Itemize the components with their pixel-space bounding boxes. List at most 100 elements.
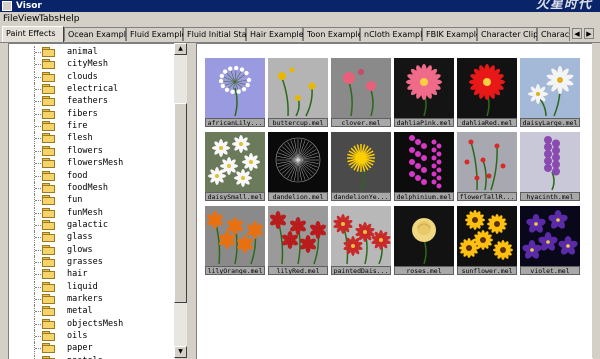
thumbnail-image: [205, 206, 265, 266]
tab-toon-examples[interactable]: Toon Examples: [303, 27, 367, 41]
thumbnail-image: [331, 58, 391, 118]
tree-item-funMesh[interactable]: funMesh: [9, 206, 175, 219]
tree-item-grasses[interactable]: grasses: [9, 255, 175, 268]
tab-paint-effects[interactable]: Paint Effects: [2, 26, 64, 42]
folder-icon: [42, 269, 55, 280]
tree-item-fun[interactable]: fun: [9, 194, 175, 207]
title-bar: Visor 火星时代: [0, 0, 600, 12]
thumbnail-lilyred-mel[interactable]: lilyRed.mel: [268, 206, 328, 276]
thumbnail-image: [331, 206, 391, 266]
tab-fluid-examples[interactable]: Fluid Examples: [126, 27, 191, 41]
tree-item-foodMesh[interactable]: foodMesh: [9, 181, 175, 194]
tree-scrollbar[interactable]: ▲ ▼: [174, 43, 187, 358]
thumbnail-label: paintedDais...: [331, 266, 391, 275]
scroll-up-icon[interactable]: ▲: [174, 43, 187, 55]
tree-item-label: food: [67, 170, 88, 181]
thumbnail-label: delphinium.mel: [394, 192, 454, 201]
app-icon: [2, 1, 12, 11]
thumbnail-dahliared-mel[interactable]: dahliaRed.mel: [457, 58, 517, 128]
thumbnail-roses-mel[interactable]: roses.mel: [394, 206, 454, 276]
tree-item-label: flesh: [67, 133, 93, 144]
tree-item-label: paper: [67, 343, 93, 354]
tree-item-label: flowersMesh: [67, 158, 124, 169]
tree-item-fire[interactable]: fire: [9, 120, 175, 133]
tree-item-oils[interactable]: oils: [9, 330, 175, 343]
folder-icon: [42, 256, 55, 267]
tab-ocean-examples[interactable]: Ocean Examples: [64, 27, 135, 41]
folder-icon: [42, 318, 55, 329]
tree-item-label: markers: [67, 294, 103, 304]
tree-item-feathers[interactable]: feathers: [9, 95, 175, 108]
tree-item-flesh[interactable]: flesh: [9, 132, 175, 145]
thumbnail-image: [331, 132, 391, 192]
tab-fbik-examples[interactable]: FBIK Examples: [422, 27, 485, 41]
folder-icon: [42, 195, 55, 206]
thumbnail-label: daisySmall.mel: [205, 192, 265, 201]
tree-item-glows[interactable]: glows: [9, 243, 175, 256]
thumbnail-lilyorange-mel[interactable]: lilyOrange.mel: [205, 206, 265, 276]
tab-hair-examples[interactable]: Hair Examples: [246, 27, 308, 41]
tab-charac[interactable]: Charac: [537, 27, 570, 41]
thumbnail-label: dahliaRed.mel: [457, 118, 517, 127]
folder-icon: [42, 96, 55, 107]
menu-file[interactable]: File: [3, 13, 18, 25]
thumbnail-label: flowerTallR...: [457, 192, 517, 201]
folder-icon: [42, 84, 55, 95]
menu-help[interactable]: Help: [59, 13, 80, 25]
tree-item-label: fibers: [67, 108, 98, 119]
tree-item-cityMesh[interactable]: cityMesh: [9, 58, 175, 71]
thumbnail-violet-mel[interactable]: violet.mel: [520, 206, 580, 276]
thumbnail-hyacinth-mel[interactable]: hyacinth.mel: [520, 132, 580, 202]
tree-item-hair[interactable]: hair: [9, 268, 175, 281]
folder-icon: [42, 108, 55, 119]
tree-item-metal[interactable]: metal: [9, 305, 175, 318]
thumbnail-daisylarge-mel[interactable]: daisyLarge.mel: [520, 58, 580, 128]
tree-item-flowers[interactable]: flowers: [9, 144, 175, 157]
thumbnail-label: africanLily...: [205, 118, 265, 127]
thumbnail-buttercup-mel[interactable]: buttercup.mel: [268, 58, 328, 128]
tree-item-objectsMesh[interactable]: objectsMesh: [9, 317, 175, 330]
tree-item-paper[interactable]: paper: [9, 342, 175, 355]
thumbnail-africanlily-[interactable]: africanLily...: [205, 58, 265, 128]
thumbnail-clover-mel[interactable]: clover.mel: [331, 58, 391, 128]
thumbnail-daisysmall-mel[interactable]: daisySmall.mel: [205, 132, 265, 202]
tree-item-label: glows: [67, 244, 93, 255]
tree-item-electrical[interactable]: electrical: [9, 83, 175, 96]
thumbnail-dandelion-mel[interactable]: dandelion.mel: [268, 132, 328, 202]
thumbnail-image: [457, 58, 517, 118]
scroll-thumb[interactable]: [174, 103, 187, 303]
thumbnail-sunflower-mel[interactable]: sunflower.mel: [457, 206, 517, 276]
thumbnail-label: dahliaPink.mel: [394, 118, 454, 127]
tree-item-label: galactic: [67, 219, 108, 230]
tree-item-fibers[interactable]: fibers: [9, 107, 175, 120]
tree-item-galactic[interactable]: galactic: [9, 218, 175, 231]
tab-scroll-left-icon[interactable]: ◀: [572, 28, 582, 39]
thumbnail-flowertallr-[interactable]: flowerTallR...: [457, 132, 517, 202]
tree-item-clouds[interactable]: clouds: [9, 70, 175, 83]
tree-item-label: metal: [67, 306, 93, 317]
tree-item-food[interactable]: food: [9, 169, 175, 182]
thumbnail-image: [205, 132, 265, 192]
tree-item-liquid[interactable]: liquid: [9, 280, 175, 293]
tree-item-glass[interactable]: glass: [9, 231, 175, 244]
tree-item-animal[interactable]: animal: [9, 46, 175, 58]
tree-item-label: oils: [67, 331, 88, 342]
tab-scroll-right-icon[interactable]: ▶: [584, 28, 594, 39]
thumbnail-dahliapink-mel[interactable]: dahliaPink.mel: [394, 58, 454, 128]
menu-view[interactable]: View: [18, 13, 39, 25]
thumbnail-painteddais-[interactable]: paintedDais...: [331, 206, 391, 276]
thumbnail-image: [394, 58, 454, 118]
scroll-down-icon[interactable]: ▼: [174, 346, 187, 358]
menu-tabs[interactable]: Tabs: [39, 13, 59, 25]
thumbnail-delphinium-mel[interactable]: delphinium.mel: [394, 132, 454, 202]
tab-character-clips[interactable]: Character Clips: [477, 27, 542, 41]
tree-item-markers[interactable]: markers: [9, 293, 175, 305]
folder-icon: [42, 207, 55, 218]
tab-ncloth-examples[interactable]: nCloth Examples: [360, 27, 431, 41]
thumbnail-image: [268, 58, 328, 118]
tree-item-pastels[interactable]: pastels: [9, 354, 175, 359]
tree-item-flowersMesh[interactable]: flowersMesh: [9, 157, 175, 170]
tab-fluid-initial-states[interactable]: Fluid Initial States: [183, 27, 259, 41]
folder-icon: [42, 145, 55, 156]
thumbnail-dandelionye-[interactable]: dandelionYe...: [331, 132, 391, 202]
